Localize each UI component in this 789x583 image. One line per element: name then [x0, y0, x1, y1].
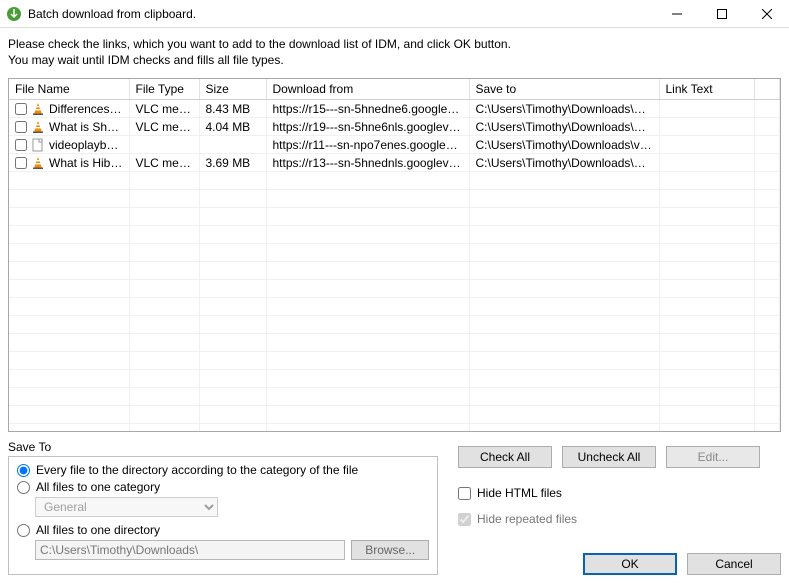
- col-header-from[interactable]: Download from: [266, 79, 469, 100]
- table-row: [9, 424, 780, 433]
- table-row: [9, 244, 780, 262]
- download-from: https://r13---sn-5hnednls.googlevid...: [266, 154, 469, 172]
- table-row: [9, 190, 780, 208]
- file-size: 8.43 MB: [199, 100, 266, 118]
- table-row: [9, 298, 780, 316]
- link-text: [659, 118, 754, 136]
- cancel-button[interactable]: Cancel: [687, 553, 781, 575]
- category-select[interactable]: General: [35, 497, 218, 517]
- download-from: https://r15---sn-5hnedne6.googlevi...: [266, 100, 469, 118]
- vlc-icon: [31, 120, 45, 134]
- file-size: 3.69 MB: [199, 154, 266, 172]
- right-panel: Check All Uncheck All Edit... Hide HTML …: [458, 440, 781, 575]
- uncheck-all-button[interactable]: Uncheck All: [562, 446, 656, 468]
- instructions: Please check the links, which you want t…: [0, 28, 789, 74]
- table-row[interactable]: Differences b... VLC medi...8.43 MBhttps:…: [9, 100, 780, 118]
- hide-repeated-label: Hide repeated files: [477, 512, 577, 526]
- table-row: [9, 334, 780, 352]
- download-from: https://r11---sn-npo7enes.googlevi...: [266, 136, 469, 154]
- save-to: C:\Users\Timothy\Downloads\Video\...: [469, 118, 659, 136]
- titlebar: Batch download from clipboard.: [0, 0, 789, 28]
- close-button[interactable]: [744, 0, 789, 28]
- idm-app-icon: [6, 6, 22, 22]
- file-type: VLC medi...: [129, 100, 199, 118]
- row-checkbox[interactable]: [15, 139, 27, 151]
- link-text: [659, 154, 754, 172]
- radio-one-category[interactable]: [17, 481, 30, 494]
- browse-button[interactable]: Browse...: [351, 540, 429, 560]
- table-row: [9, 370, 780, 388]
- ok-button[interactable]: OK: [583, 553, 677, 575]
- table-row: [9, 262, 780, 280]
- table-row[interactable]: videoplayback_3 https://r11---sn-npo7enes…: [9, 136, 780, 154]
- link-text: [659, 136, 754, 154]
- save-to-header: Save To: [8, 440, 438, 456]
- col-header-size[interactable]: Size: [199, 79, 266, 100]
- table-row[interactable]: What is Hiber... VLC medi...3.69 MBhttps:…: [9, 154, 780, 172]
- table-row[interactable]: What is Shutd... VLC medi...4.04 MBhttps:…: [9, 118, 780, 136]
- table-row: [9, 226, 780, 244]
- window-title: Batch download from clipboard.: [28, 7, 654, 21]
- col-header-save[interactable]: Save to: [469, 79, 659, 100]
- file-type: [129, 136, 199, 154]
- col-header-link[interactable]: Link Text: [659, 79, 754, 100]
- hide-repeated-checkbox[interactable]: [458, 513, 471, 526]
- instructions-line2: You may wait until IDM checks and fills …: [8, 52, 781, 68]
- check-all-button[interactable]: Check All: [458, 446, 552, 468]
- file-type: VLC medi...: [129, 154, 199, 172]
- file-name: videoplayback_3: [49, 138, 123, 152]
- file-type: VLC medi...: [129, 118, 199, 136]
- minimize-button[interactable]: [654, 0, 699, 28]
- col-header-type[interactable]: File Type: [129, 79, 199, 100]
- save-to: C:\Users\Timothy\Downloads\Video\...: [469, 100, 659, 118]
- link-text: [659, 100, 754, 118]
- table-row: [9, 208, 780, 226]
- file-size: 4.04 MB: [199, 118, 266, 136]
- radio-one-directory[interactable]: [17, 524, 30, 537]
- vlc-icon: [31, 102, 45, 116]
- table-row: [9, 388, 780, 406]
- hide-html-checkbox[interactable]: [458, 487, 471, 500]
- save-to: C:\Users\Timothy\Downloads\Video\...: [469, 154, 659, 172]
- table-row: [9, 316, 780, 334]
- col-header-file[interactable]: File Name: [9, 79, 129, 100]
- save-to-panel: Save To Every file to the directory acco…: [8, 440, 438, 575]
- table-row: [9, 172, 780, 190]
- directory-input[interactable]: [35, 540, 345, 560]
- file-name: Differences b...: [49, 102, 123, 116]
- file-name: What is Hiber...: [49, 156, 123, 170]
- row-checkbox[interactable]: [15, 121, 27, 133]
- edit-button[interactable]: Edit...: [666, 446, 760, 468]
- maximize-button[interactable]: [699, 0, 744, 28]
- table-row: [9, 406, 780, 424]
- file-icon: [31, 138, 45, 152]
- hide-html-label: Hide HTML files: [477, 486, 562, 500]
- row-checkbox[interactable]: [15, 157, 27, 169]
- radio-by-category-label: Every file to the directory according to…: [36, 463, 358, 477]
- radio-one-category-label: All files to one category: [36, 480, 160, 494]
- save-to: C:\Users\Timothy\Downloads\videop...: [469, 136, 659, 154]
- col-header-end: [754, 79, 780, 100]
- window-buttons: [654, 0, 789, 28]
- radio-by-category[interactable]: [17, 464, 30, 477]
- download-table: File Name File Type Size Download from S…: [8, 78, 781, 432]
- file-size: [199, 136, 266, 154]
- download-from: https://r19---sn-5hne6nls.googlevid...: [266, 118, 469, 136]
- file-name: What is Shutd...: [49, 120, 123, 134]
- radio-one-directory-label: All files to one directory: [36, 523, 160, 537]
- table-row: [9, 352, 780, 370]
- instructions-line1: Please check the links, which you want t…: [8, 36, 781, 52]
- vlc-icon: [31, 156, 45, 170]
- row-checkbox[interactable]: [15, 103, 27, 115]
- table-row: [9, 280, 780, 298]
